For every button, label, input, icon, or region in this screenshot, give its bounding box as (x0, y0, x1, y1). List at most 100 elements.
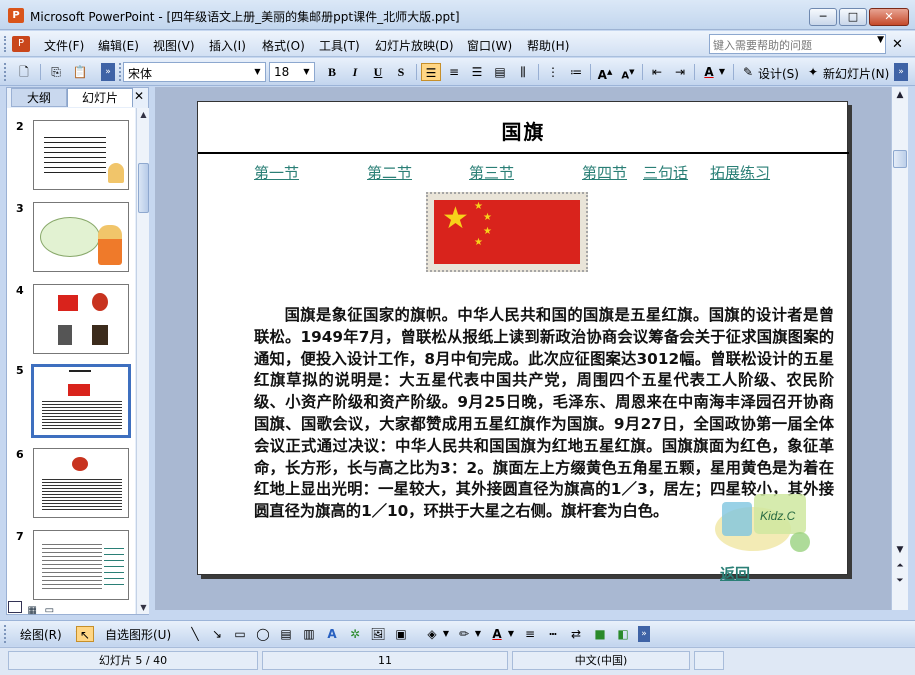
fill-color-icon[interactable]: ◈ (423, 626, 441, 642)
chevron-down-icon[interactable]: ▼ (251, 64, 264, 80)
font-size-select[interactable]: 18 ▼ (269, 62, 315, 82)
arrow-style-icon[interactable]: ⇄ (567, 626, 585, 642)
rectangle-tool-icon[interactable]: ▭ (231, 626, 249, 642)
maximize-button[interactable]: □ (839, 8, 867, 26)
wordart-icon[interactable]: A (323, 626, 341, 642)
vertical-textbox-icon[interactable]: ▥ (300, 626, 318, 642)
menu-format[interactable]: 格式(O) (262, 37, 305, 54)
menu-edit[interactable]: 编辑(E) (98, 37, 139, 54)
toolbar-grip-handle[interactable] (4, 625, 7, 643)
close-icon[interactable]: ✕ (134, 89, 144, 103)
new-slide-icon[interactable]: ✦ (803, 63, 823, 81)
draw-menu-button[interactable]: 绘图(R) (20, 626, 62, 643)
slide-thumbnail-list[interactable]: 2 3 4 5 6 7 (7, 108, 135, 614)
design-button[interactable]: 设计(S) (758, 65, 799, 82)
copy-icon[interactable]: ⎘ (46, 63, 66, 81)
oval-tool-icon[interactable]: ◯ (254, 626, 272, 642)
line-style-icon[interactable]: ≡ (521, 626, 539, 642)
align-center-icon[interactable]: ≡ (444, 63, 464, 81)
thumbnail-scrollbar[interactable]: ▲ ▼ (136, 108, 149, 614)
menu-slideshow[interactable]: 幻灯片放映(D) (375, 37, 454, 54)
increase-font-icon[interactable]: A▲ (595, 63, 615, 82)
design-icon[interactable]: ✎ (738, 63, 758, 81)
toolbar-options-icon[interactable]: » (894, 63, 908, 81)
shadow-button[interactable]: S (391, 63, 411, 81)
tab-slides[interactable]: 幻灯片 (67, 88, 133, 107)
3d-style-icon[interactable]: ◧ (614, 626, 632, 642)
slide-thumbnail-3[interactable] (33, 202, 129, 272)
menu-view[interactable]: 视图(V) (153, 37, 195, 54)
tab-outline[interactable]: 大纲 (11, 88, 67, 107)
bold-button[interactable]: B (322, 63, 342, 81)
dash-style-icon[interactable]: ┅ (544, 626, 562, 642)
slide-sorter-icon[interactable]: ▦ (25, 605, 39, 616)
font-name-select[interactable]: 宋体 ▼ (123, 62, 266, 82)
autoshapes-menu-button[interactable]: 自选图形(U) (105, 626, 171, 643)
chevron-down-icon[interactable]: ▼ (877, 35, 884, 45)
toolbar-grip-handle[interactable] (4, 63, 7, 81)
align-left-icon[interactable]: ☰ (421, 63, 441, 81)
new-slide-button[interactable]: 新幻灯片(N) (823, 65, 889, 82)
chevron-down-icon[interactable]: ▼ (717, 63, 727, 81)
bulleted-list-icon[interactable]: ≔ (566, 63, 586, 81)
diagram-icon[interactable]: ✲ (346, 626, 364, 642)
slide-title[interactable]: 国旗 (198, 116, 849, 145)
new-document-icon[interactable]: 🗋 (14, 63, 34, 81)
kidz-clipart-image[interactable]: Kidz.C (708, 484, 818, 556)
menu-help[interactable]: 帮助(H) (527, 37, 569, 54)
document-icon[interactable]: P (12, 36, 30, 52)
scrollbar-thumb[interactable] (893, 150, 907, 168)
nav-link-section-3[interactable]: 第三节 (469, 162, 514, 183)
slide-canvas[interactable]: 国旗 第一节 第二节 第三节 第四节 三句话 拓展练习 ★ ★ ★ ★ ★ 国旗… (197, 101, 849, 583)
select-pointer-icon[interactable]: ↖ (76, 626, 94, 642)
paste-icon[interactable]: 📋 (70, 63, 90, 81)
numbered-list-icon[interactable]: ⋮ (543, 63, 563, 81)
line-tool-icon[interactable]: ╲ (186, 626, 204, 642)
chevron-down-icon[interactable]: ▼ (441, 626, 451, 642)
normal-view-icon[interactable] (8, 601, 22, 613)
slide-thumbnail-2[interactable] (33, 120, 129, 190)
line-color-icon[interactable]: ✏ (455, 626, 473, 642)
align-right-icon[interactable]: ☰ (467, 63, 487, 81)
toolbar-options-icon[interactable]: » (101, 63, 115, 81)
distribute-icon[interactable]: ⫼ (513, 63, 533, 81)
slide-thumbnail-7[interactable] (33, 530, 129, 600)
clipart-icon[interactable]: 🖼 (369, 626, 387, 642)
menu-tools[interactable]: 工具(T) (319, 37, 360, 54)
menu-file[interactable]: 文件(F) (44, 37, 84, 54)
scroll-up-icon[interactable]: ▲ (137, 108, 150, 121)
arrow-tool-icon[interactable]: ↘ (208, 626, 226, 642)
decrease-indent-icon[interactable]: ⇤ (647, 63, 667, 81)
chevron-down-icon[interactable]: ▼ (300, 64, 313, 80)
nav-link-section-1[interactable]: 第一节 (254, 162, 299, 183)
return-link[interactable]: 返回 (720, 563, 750, 584)
nav-link-three-sentences[interactable]: 三句话 (643, 162, 688, 183)
increase-indent-icon[interactable]: ⇥ (670, 63, 690, 81)
scroll-up-icon[interactable]: ▲ (892, 87, 908, 103)
menu-grip-handle[interactable] (4, 36, 7, 52)
chevron-down-icon[interactable]: ▼ (506, 626, 516, 642)
scroll-down-icon[interactable]: ▼ (137, 601, 150, 614)
scroll-down-icon[interactable]: ▼ (892, 542, 908, 558)
document-close-icon[interactable]: ✕ (892, 37, 903, 52)
shadow-style-icon[interactable]: ■ (591, 626, 609, 642)
previous-slide-icon[interactable]: ⏶ (893, 559, 907, 573)
scrollbar-thumb[interactable] (138, 163, 149, 213)
font-color-icon[interactable]: A (699, 63, 719, 81)
close-button[interactable]: ✕ (869, 8, 909, 26)
menu-window[interactable]: 窗口(W) (467, 37, 512, 54)
toolbar-options-icon[interactable]: » (638, 626, 650, 642)
slideshow-view-icon[interactable]: ▭ (42, 605, 56, 616)
insert-picture-icon[interactable]: ▣ (392, 626, 410, 642)
next-slide-icon[interactable]: ⏷ (893, 574, 907, 588)
menu-insert[interactable]: 插入(I) (209, 37, 246, 54)
chevron-down-icon[interactable]: ▼ (473, 626, 483, 642)
slide-thumbnail-5[interactable] (31, 364, 131, 438)
underline-button[interactable]: U (368, 63, 388, 81)
font-color-icon[interactable]: A (488, 626, 506, 642)
decrease-font-icon[interactable]: A▼ (618, 63, 638, 81)
nav-link-extension-exercise[interactable]: 拓展练习 (710, 162, 770, 183)
slide-thumbnail-6[interactable] (33, 448, 129, 518)
slide-thumbnail-4[interactable] (33, 284, 129, 354)
nav-link-section-2[interactable]: 第二节 (367, 162, 412, 183)
